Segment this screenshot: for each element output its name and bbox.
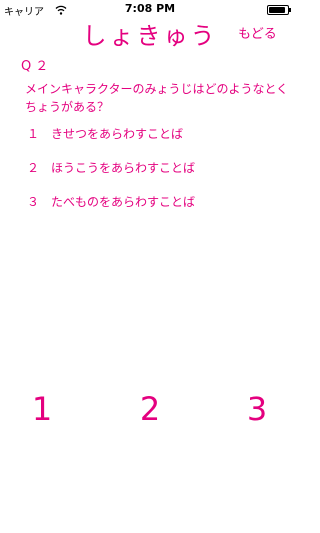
answer-button-1[interactable]: 1 bbox=[22, 389, 62, 429]
status-bar: キャリア 7:08 PM bbox=[0, 0, 300, 20]
choice-list: １ きせつをあらわすことば ２ ほうこうをあらわすことば ３ たべものをあらわす… bbox=[27, 126, 287, 228]
choice-item: ２ ほうこうをあらわすことば bbox=[27, 160, 287, 194]
choice-item: １ きせつをあらわすことば bbox=[27, 126, 287, 160]
choice-text: きせつをあらわすことば bbox=[51, 127, 184, 141]
choice-number: １ bbox=[27, 127, 40, 141]
choice-number: ２ bbox=[27, 161, 40, 175]
status-time: 7:08 PM bbox=[124, 2, 176, 15]
choice-text: ほうこうをあらわすことば bbox=[51, 161, 196, 175]
question-number: Q２ bbox=[21, 59, 53, 74]
battery-icon bbox=[267, 5, 289, 15]
choice-number: ３ bbox=[27, 195, 40, 209]
battery-cap bbox=[289, 8, 291, 12]
battery-level bbox=[269, 7, 286, 13]
answer-button-2[interactable]: 2 bbox=[130, 389, 170, 429]
choice-item: ３ たべものをあらわすことば bbox=[27, 194, 287, 228]
question-text: メインキャラクターのみょうじはどのようなとくちょうがある？ bbox=[25, 82, 289, 114]
back-button[interactable]: もどる bbox=[238, 26, 277, 44]
answer-button-3[interactable]: 3 bbox=[237, 389, 277, 429]
choice-text: たべものをあらわすことば bbox=[51, 195, 196, 209]
